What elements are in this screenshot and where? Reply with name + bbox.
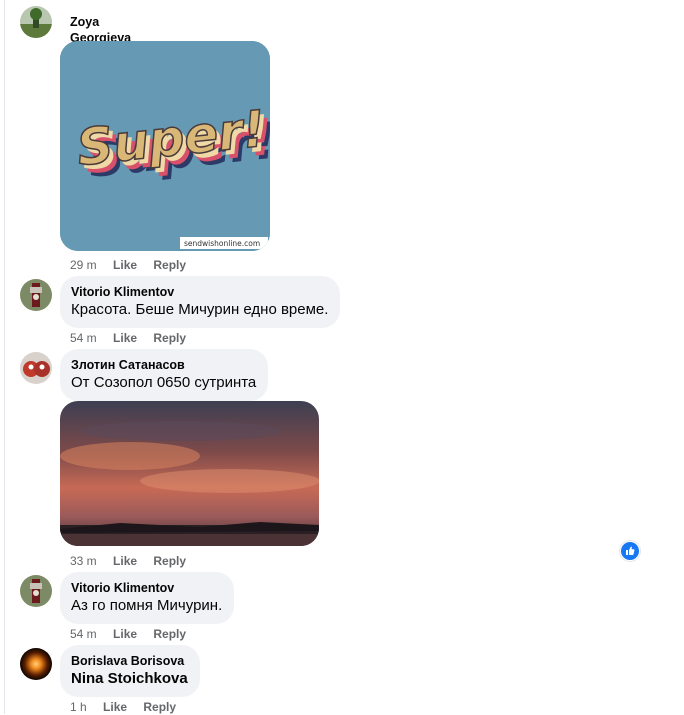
like-button[interactable]: Like: [113, 331, 137, 345]
comment-photo[interactable]: [60, 401, 319, 546]
comment-bubble: Borislava Borisova Nina Stoichkova: [60, 645, 200, 697]
comment-bubble: Vitorio Klimentov Аз го помня Мичурин.: [60, 572, 235, 624]
comment-time[interactable]: 33 m: [70, 554, 97, 568]
reply-button[interactable]: Reply: [153, 258, 186, 272]
thread-left-border: [4, 0, 5, 714]
like-button[interactable]: Like: [113, 258, 137, 272]
comment-actions: 54 m Like Reply: [70, 626, 199, 642]
avatar[interactable]: [20, 6, 52, 38]
like-button[interactable]: Like: [113, 627, 137, 641]
comment-bubble: Злотин Сатанасов От Созопол 0650 сутринт…: [60, 349, 269, 401]
comment-actions: 54 m Like Reply: [70, 330, 199, 346]
like-button[interactable]: Like: [103, 700, 127, 714]
avatar[interactable]: [20, 575, 52, 607]
comment-actions: 33 m Like Reply: [70, 553, 199, 569]
comment-author[interactable]: Vitorio Klimentov: [71, 284, 328, 300]
comment-bubble: Vitorio Klimentov Красота. Беше Мичурин …: [60, 276, 341, 328]
reply-button[interactable]: Reply: [153, 331, 186, 345]
comment-text: От Созопол 0650 сутринта: [71, 374, 257, 391]
avatar[interactable]: [20, 279, 52, 311]
reply-button[interactable]: Reply: [153, 554, 186, 568]
sticker-watermark: sendwishonline.com: [184, 239, 260, 248]
comment-time[interactable]: 29 m: [70, 258, 97, 272]
comment-actions: 1 h Like Reply: [70, 699, 189, 715]
avatar[interactable]: [20, 352, 52, 384]
comment-author[interactable]: Vitorio Klimentov: [71, 580, 222, 596]
comment-actions: 29 m Like Reply: [70, 257, 199, 273]
comment-text: Аз го помня Мичурин.: [71, 597, 223, 614]
mentioned-user-link[interactable]: Nina Stoichkova: [71, 669, 188, 689]
like-reaction-icon[interactable]: [620, 541, 640, 561]
comment-time[interactable]: 54 m: [70, 331, 97, 345]
comment-author[interactable]: Злотин Сатанасов: [71, 357, 256, 373]
comment-author[interactable]: Borislava Borisova: [71, 653, 188, 669]
like-button[interactable]: Like: [113, 554, 137, 568]
comment-time[interactable]: 1 h: [70, 700, 87, 714]
avatar[interactable]: [20, 648, 52, 680]
reply-button[interactable]: Reply: [143, 700, 176, 714]
comment-time[interactable]: 54 m: [70, 627, 97, 641]
sticker-image[interactable]: Super! Super! Super! Super! sendwishonli…: [60, 41, 270, 251]
reply-button[interactable]: Reply: [153, 627, 186, 641]
comment-text: Красота. Беше Мичурин едно време.: [71, 301, 329, 318]
